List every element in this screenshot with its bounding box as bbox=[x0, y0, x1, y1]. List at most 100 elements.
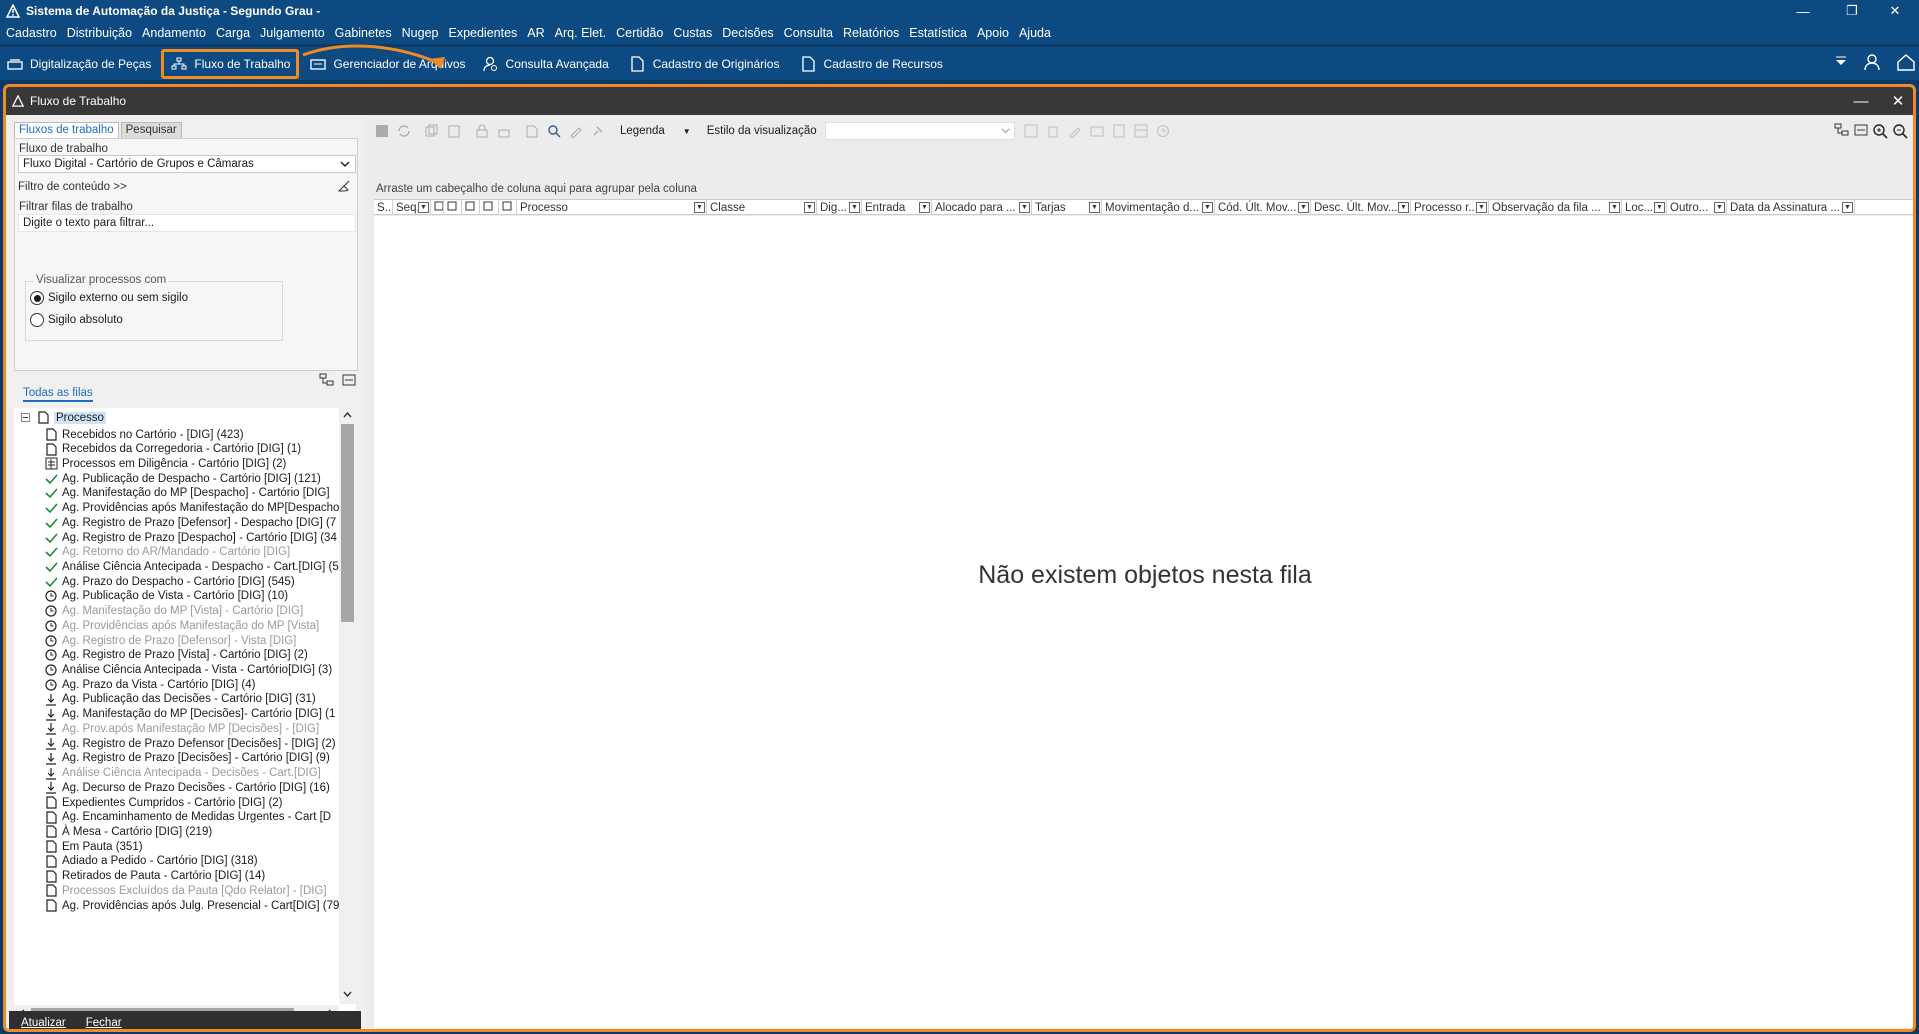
filter-dropdown-icon[interactable]: ▼ bbox=[1398, 202, 1409, 213]
menu-item-2[interactable]: Andamento bbox=[140, 26, 208, 40]
column-header-icon[interactable] bbox=[499, 200, 517, 215]
export-icon[interactable] bbox=[1089, 123, 1105, 139]
scan-pieces-button[interactable]: Digitalização de Peças bbox=[0, 49, 157, 79]
collapse-tree-icon[interactable] bbox=[1854, 123, 1868, 142]
save-icon[interactable] bbox=[1023, 123, 1039, 139]
close-button[interactable]: Fechar bbox=[86, 1017, 122, 1029]
filter-dropdown-icon[interactable]: ▼ bbox=[1842, 202, 1853, 213]
menu-item-8[interactable]: AR bbox=[525, 26, 546, 40]
column-header[interactable]: Processo r... ▼ bbox=[1411, 200, 1489, 215]
chevron-up-icon[interactable] bbox=[342, 410, 353, 423]
user-search-icon[interactable] bbox=[546, 123, 562, 139]
column-header[interactable]: Observação da fila ... ▼ bbox=[1489, 200, 1622, 215]
menu-item-12[interactable]: Decisões bbox=[720, 26, 775, 40]
scrollbar-thumb[interactable] bbox=[341, 424, 354, 622]
column-header[interactable]: Cód. Últ. Mov... ▼ bbox=[1215, 200, 1311, 215]
filter-dropdown-icon[interactable]: ▼ bbox=[1654, 202, 1665, 213]
menu-item-10[interactable]: Certidão bbox=[614, 26, 665, 40]
appeals-registry-button[interactable]: Cadastro de Recursos bbox=[793, 49, 948, 79]
column-header[interactable]: Classe ▼ bbox=[707, 200, 817, 215]
column-header-icon[interactable] bbox=[480, 200, 499, 215]
close-icon[interactable]: ✕ bbox=[1873, 0, 1917, 22]
queue-item[interactable]: Ag. Providências após Julg. Presencial -… bbox=[44, 897, 356, 914]
column-header[interactable]: Dig... ▼ bbox=[817, 200, 862, 215]
users-icon[interactable] bbox=[1864, 53, 1884, 74]
column-header[interactable]: Processo ▼ bbox=[517, 200, 707, 215]
filter-dropdown-icon[interactable]: ▼ bbox=[1019, 202, 1030, 213]
column-header[interactable]: Alocado para ... ▼ bbox=[932, 200, 1032, 215]
edit-icon[interactable] bbox=[1067, 123, 1083, 139]
new-icon[interactable] bbox=[374, 123, 390, 139]
filter-dropdown-icon[interactable]: ▼ bbox=[919, 202, 930, 213]
lock-icon[interactable] bbox=[474, 123, 490, 139]
tab-all-queues[interactable]: Todas as filas bbox=[23, 387, 93, 402]
tree-vertical-scrollbar[interactable] bbox=[339, 408, 356, 1004]
menu-item-14[interactable]: Relatórios bbox=[841, 26, 901, 40]
menu-item-11[interactable]: Custas bbox=[671, 26, 714, 40]
restore-icon[interactable]: ❐ bbox=[1830, 0, 1874, 22]
filter-dropdown-icon[interactable]: ▼ bbox=[1609, 202, 1620, 213]
column-header-icon[interactable] bbox=[431, 200, 444, 215]
menu-item-9[interactable]: Arq. Elet. bbox=[553, 26, 608, 40]
column-header[interactable]: Tarjas ▼ bbox=[1032, 200, 1102, 215]
column-header[interactable]: Movimentação d... ▼ bbox=[1102, 200, 1215, 215]
chevron-down-icon[interactable] bbox=[342, 989, 353, 1002]
menu-item-7[interactable]: Expedientes bbox=[446, 26, 519, 40]
tab-workflows[interactable]: Fluxos de trabalho bbox=[14, 122, 119, 138]
send-icon[interactable] bbox=[524, 123, 540, 139]
collapse-tree-icon[interactable] bbox=[342, 373, 356, 390]
filter-dropdown-icon[interactable]: ▼ bbox=[418, 202, 429, 213]
advanced-search-button[interactable]: Consulta Avançada bbox=[476, 49, 615, 79]
column-header[interactable]: S... bbox=[374, 200, 393, 215]
refresh-icon[interactable] bbox=[396, 123, 412, 139]
expand-tree-icon[interactable] bbox=[1834, 123, 1850, 142]
column-header[interactable]: Outro... ▼ bbox=[1667, 200, 1727, 215]
view-style-select[interactable] bbox=[824, 122, 1015, 140]
tree-root[interactable]: Processo bbox=[18, 409, 343, 426]
dropdown-arrow-icon[interactable] bbox=[1834, 55, 1848, 72]
menu-item-6[interactable]: Nugep bbox=[400, 26, 441, 40]
menu-item-4[interactable]: Julgamento bbox=[258, 26, 327, 40]
menu-item-5[interactable]: Gabinetes bbox=[333, 26, 394, 40]
copy-icon[interactable] bbox=[424, 123, 440, 139]
zoom-out-icon[interactable] bbox=[1892, 123, 1908, 142]
home-icon[interactable] bbox=[1896, 53, 1916, 74]
filter-dropdown-icon[interactable]: ▼ bbox=[1298, 202, 1309, 213]
workflow-button[interactable]: Fluxo de Trabalho bbox=[161, 48, 300, 79]
filter-dropdown-icon[interactable]: ▼ bbox=[804, 202, 815, 213]
minimize-icon[interactable]: — bbox=[1781, 0, 1825, 22]
radio-external-secrecy[interactable]: Sigilo externo ou sem sigilo bbox=[30, 291, 188, 305]
menu-item-1[interactable]: Distribuição bbox=[65, 26, 134, 40]
column-header[interactable]: Data da Assinatura ... ▼ bbox=[1727, 200, 1855, 215]
column-header[interactable]: Desc. Últ. Mov... ▼ bbox=[1311, 200, 1411, 215]
column-header-icon[interactable] bbox=[444, 200, 462, 215]
delete-icon[interactable] bbox=[1045, 123, 1061, 139]
pin-icon[interactable] bbox=[590, 123, 606, 139]
filter-dropdown-icon[interactable]: ▼ bbox=[694, 202, 705, 213]
zoom-in-icon[interactable] bbox=[1872, 123, 1888, 142]
legend-dropdown[interactable]: Legenda ▼ bbox=[620, 125, 691, 137]
history-icon[interactable] bbox=[1155, 123, 1171, 139]
column-header[interactable]: Loc... ▼ bbox=[1622, 200, 1667, 215]
flow-select[interactable]: Fluxo Digital - Cartório de Grupos e Câm… bbox=[18, 155, 356, 173]
filter-input[interactable]: Digite o texto para filtrar... bbox=[18, 214, 356, 232]
content-filter-toggle[interactable]: Filtro de conteúdo >> bbox=[18, 181, 127, 193]
minimize-icon[interactable]: — bbox=[1846, 87, 1876, 115]
menu-item-16[interactable]: Apoio bbox=[975, 26, 1011, 40]
menu-item-0[interactable]: Cadastro bbox=[4, 26, 59, 40]
refresh-button[interactable]: Atualizar bbox=[21, 1017, 66, 1029]
filter-dropdown-icon[interactable]: ▼ bbox=[849, 202, 860, 213]
filter-dropdown-icon[interactable]: ▼ bbox=[1089, 202, 1100, 213]
layout-icon[interactable] bbox=[1133, 123, 1149, 139]
file-manager-button[interactable]: Gerenciador de Arquivos bbox=[302, 43, 471, 79]
tab-search[interactable]: Pesquisar bbox=[120, 122, 182, 138]
filter-dropdown-icon[interactable]: ▼ bbox=[1476, 202, 1487, 213]
paste-icon[interactable] bbox=[446, 123, 462, 139]
originals-registry-button[interactable]: Cadastro de Originários bbox=[623, 49, 786, 79]
eraser-icon[interactable] bbox=[337, 179, 351, 196]
sign-icon[interactable] bbox=[568, 123, 584, 139]
menu-item-13[interactable]: Consulta bbox=[782, 26, 835, 40]
radio-absolute-secrecy[interactable]: Sigilo absoluto bbox=[30, 313, 123, 327]
menu-item-3[interactable]: Carga bbox=[214, 26, 252, 40]
column-header[interactable]: Seq. ▼ bbox=[393, 200, 431, 215]
